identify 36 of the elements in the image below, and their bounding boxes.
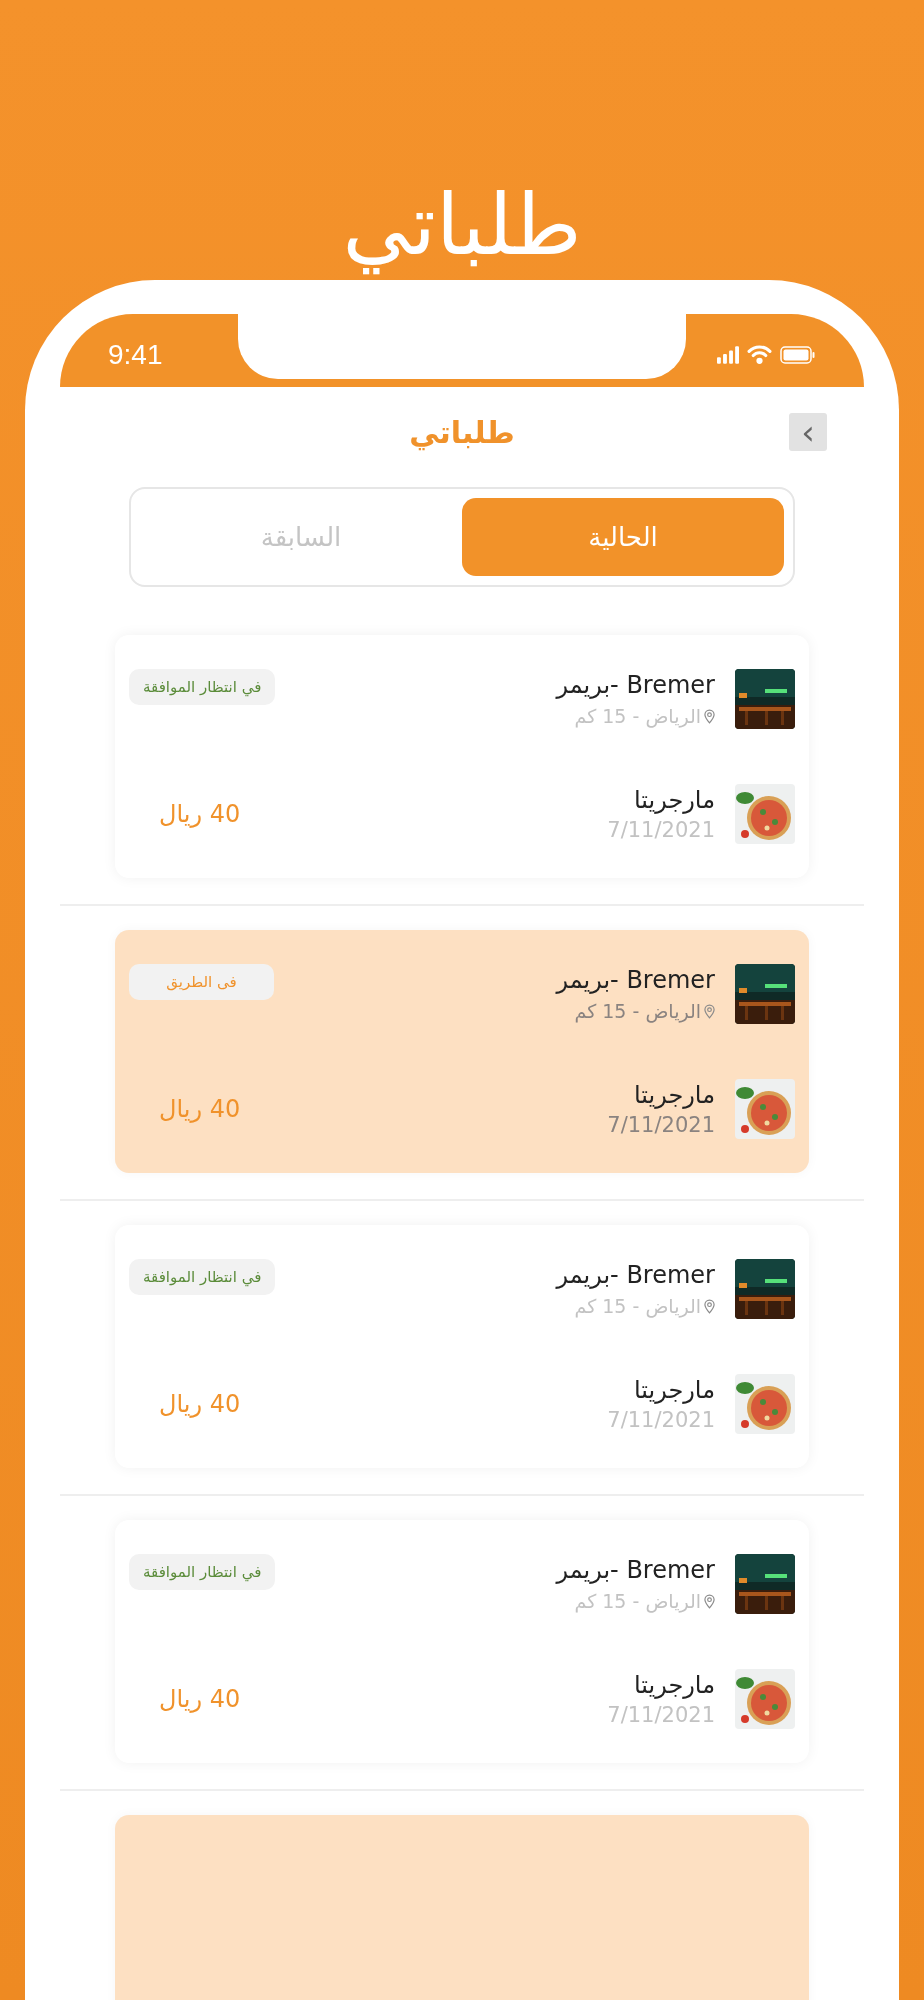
banner-title: طلباتي (342, 175, 582, 277)
status-badge: فى الطريق (129, 964, 274, 1000)
item-name: مارجريتا (633, 785, 715, 816)
price-text: 40 ريال (159, 1094, 241, 1125)
battery-icon (780, 345, 816, 364)
location-pin-icon (704, 708, 715, 724)
location-pin-icon (704, 1593, 715, 1609)
order-date: 7/11/2021 (607, 1702, 715, 1729)
location-text: الرياض - 15 كم (574, 999, 701, 1024)
location-pin-icon (704, 1298, 715, 1314)
location-pin-icon (704, 1003, 715, 1019)
item-name: مارجريتا (633, 1375, 715, 1406)
price-text: 40 ريال (159, 1389, 241, 1420)
restaurant-name: Bremer -بريمر (556, 1555, 715, 1586)
order-date: 7/11/2021 (607, 1112, 715, 1139)
order-date: 7/11/2021 (607, 1407, 715, 1434)
page-title: طلباتي (409, 413, 515, 453)
back-button[interactable]: › (789, 413, 827, 451)
order-date: 7/11/2021 (607, 817, 715, 844)
restaurant-name: Bremer -بريمر (556, 670, 715, 701)
price-text: 40 ريال (159, 1684, 241, 1715)
wifi-icon (747, 345, 772, 364)
status-badge: في انتظار الموافقة (129, 669, 276, 705)
item-name: مارجريتا (633, 1080, 715, 1111)
signal-icon (717, 345, 739, 364)
status-time: 9:41 (108, 337, 163, 372)
price-text: 40 ريال (159, 799, 241, 830)
restaurant-name: Bremer -بريمر (556, 1260, 715, 1291)
item-name: مارجريتا (633, 1670, 715, 1701)
restaurant-name: Bremer -بريمر (556, 965, 715, 996)
order-card[interactable] (115, 1815, 809, 2000)
location-text: الرياض - 15 كم (574, 1294, 701, 1319)
location-text: الرياض - 15 كم (574, 704, 701, 729)
status-badge: في انتظار الموافقة (129, 1259, 276, 1295)
status-badge: في انتظار الموافقة (129, 1554, 276, 1590)
location-text: الرياض - 15 كم (574, 1589, 701, 1614)
